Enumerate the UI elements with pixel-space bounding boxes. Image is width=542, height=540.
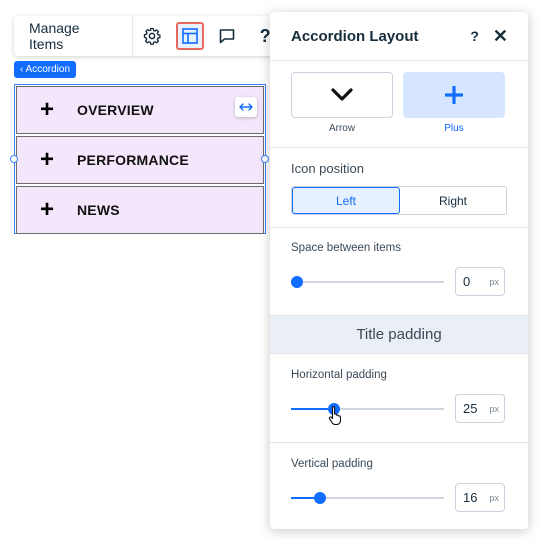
icon-option-arrow[interactable]: Arrow bbox=[291, 72, 393, 147]
unit-label: px bbox=[489, 403, 499, 414]
plus-icon bbox=[445, 86, 463, 104]
floating-toolbar: Manage Items ? bbox=[14, 16, 284, 56]
help-button[interactable]: ? bbox=[470, 28, 479, 44]
vertical-padding-title: Vertical padding bbox=[291, 458, 373, 470]
plus-icon: + bbox=[39, 146, 54, 173]
accordion-item-label: PERFORMANCE bbox=[77, 152, 189, 168]
space-between-section: Space between items 0 px bbox=[270, 228, 528, 316]
gear-icon bbox=[143, 27, 161, 45]
horizontal-padding-input[interactable]: 25 px bbox=[455, 394, 505, 423]
space-between-value: 0 bbox=[463, 274, 471, 289]
icon-position-right[interactable]: Right bbox=[400, 187, 506, 214]
accordion-item-overview[interactable]: + OVERVIEW bbox=[16, 86, 264, 134]
space-between-title: Space between items bbox=[291, 242, 401, 254]
hand-cursor-icon bbox=[328, 405, 342, 425]
plus-icon: + bbox=[39, 96, 54, 123]
icon-position-toggle: Left Right bbox=[291, 186, 507, 215]
icon-position-section: Icon position Left Right bbox=[270, 148, 528, 228]
icon-type-section: Arrow Plus bbox=[270, 61, 528, 148]
vertical-padding-slider[interactable] bbox=[291, 491, 444, 504]
comment-button[interactable] bbox=[209, 16, 247, 56]
accordion-widget[interactable]: + OVERVIEW + PERFORMANCE + NEWS bbox=[14, 84, 266, 234]
slider-knob[interactable] bbox=[314, 491, 326, 504]
horizontal-arrows-icon bbox=[239, 103, 253, 111]
icon-option-label: Plus bbox=[444, 123, 464, 134]
panel-title: Accordion Layout bbox=[291, 27, 419, 45]
layout-button[interactable] bbox=[171, 16, 209, 56]
manage-items-button[interactable]: Manage Items bbox=[14, 16, 134, 56]
resize-handle-right[interactable] bbox=[261, 155, 269, 163]
accordion-layout-panel: Accordion Layout ? ✕ Arrow Plus Icon pos… bbox=[270, 12, 528, 529]
accordion-item-performance[interactable]: + PERFORMANCE bbox=[16, 136, 264, 184]
space-between-slider[interactable] bbox=[291, 275, 444, 288]
resize-handle-left[interactable] bbox=[10, 155, 18, 163]
accordion-breadcrumb-tag[interactable]: ‹ Accordion bbox=[14, 61, 77, 78]
plus-icon: + bbox=[39, 196, 54, 223]
accordion-item-label: OVERVIEW bbox=[77, 102, 154, 118]
title-padding-header: Title padding bbox=[270, 316, 528, 354]
panel-header: Accordion Layout ? ✕ bbox=[270, 12, 528, 61]
unit-label: px bbox=[489, 276, 499, 287]
vertical-padding-input[interactable]: 16 px bbox=[455, 483, 505, 512]
comment-icon bbox=[220, 29, 235, 44]
space-between-input[interactable]: 0 px bbox=[455, 267, 505, 296]
layout-icon bbox=[181, 28, 198, 44]
horizontal-padding-title: Horizontal padding bbox=[291, 369, 387, 381]
icon-option-arrow-box[interactable] bbox=[291, 72, 393, 118]
vertical-padding-section: Vertical padding 16 px bbox=[270, 443, 528, 529]
icon-option-label: Arrow bbox=[328, 123, 356, 134]
stretch-button[interactable] bbox=[235, 97, 257, 117]
icon-position-left[interactable]: Left bbox=[292, 187, 400, 214]
horizontal-padding-section: Horizontal padding 25 px bbox=[270, 354, 528, 443]
accordion-item-news[interactable]: + NEWS bbox=[16, 186, 264, 234]
icon-position-title: Icon position bbox=[291, 161, 364, 176]
close-button[interactable]: ✕ bbox=[493, 26, 508, 47]
chevron-down-icon bbox=[331, 88, 353, 101]
vertical-padding-value: 16 bbox=[463, 490, 478, 505]
accordion-item-label: NEWS bbox=[77, 202, 120, 218]
slider-knob[interactable] bbox=[291, 275, 303, 288]
settings-button[interactable] bbox=[133, 16, 171, 56]
icon-option-plus-box[interactable] bbox=[403, 72, 505, 118]
unit-label: px bbox=[489, 492, 499, 503]
icon-option-plus[interactable]: Plus bbox=[403, 72, 505, 147]
horizontal-padding-slider[interactable] bbox=[291, 402, 444, 425]
horizontal-padding-value: 25 bbox=[463, 401, 478, 416]
